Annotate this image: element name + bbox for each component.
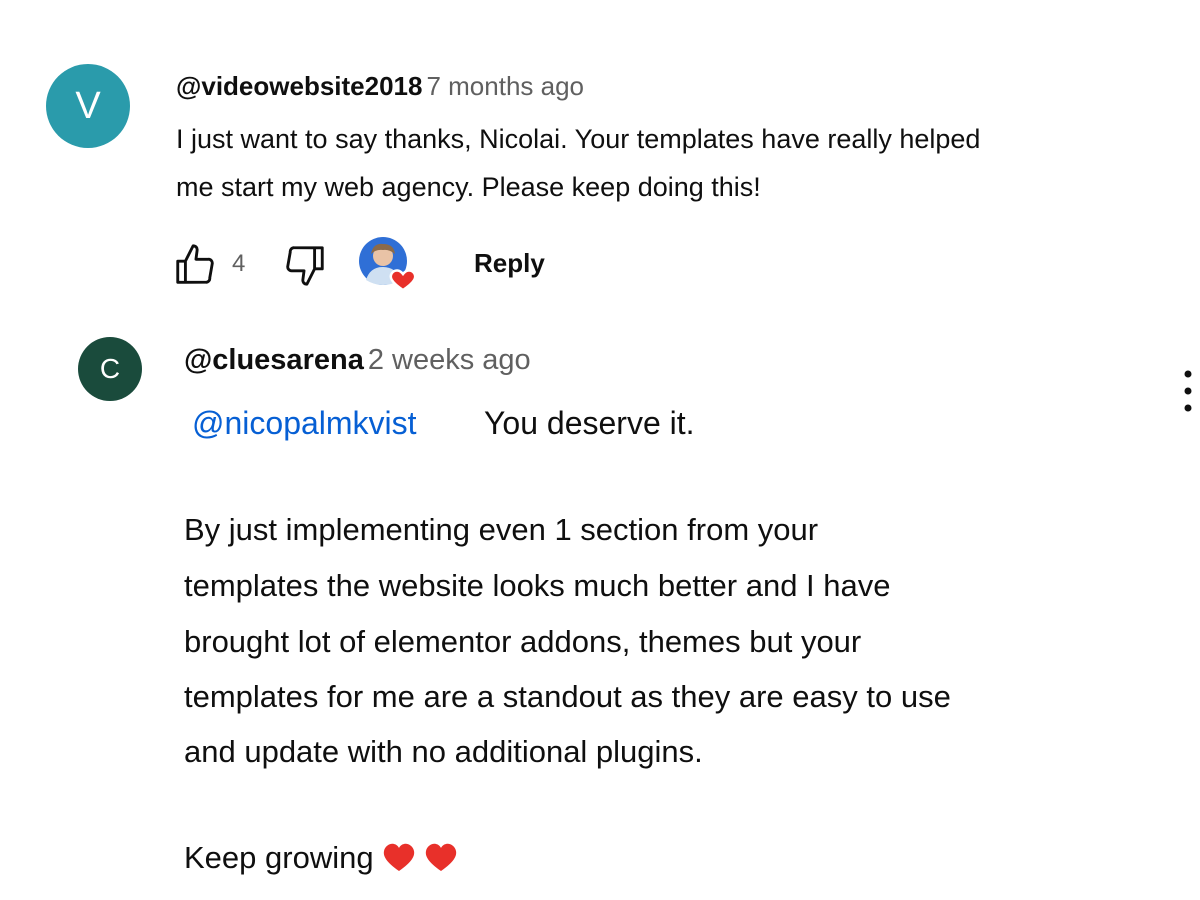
comment-text-line: me start my web agency. Please keep doin… bbox=[176, 172, 761, 202]
creator-heart-icon[interactable] bbox=[358, 236, 414, 292]
heart-emoji-icon bbox=[425, 843, 456, 871]
comment-header: @videowebsite2018 7 months ago bbox=[176, 71, 584, 102]
reply-author[interactable]: @cluesarena bbox=[184, 344, 364, 376]
reply-text-line: templates for me are a standout as they … bbox=[184, 679, 951, 714]
reply-closing-line: Keep growing bbox=[184, 840, 458, 876]
comment-text-line: I just want to say thanks, Nicolai. Your… bbox=[176, 124, 981, 154]
avatar[interactable]: C bbox=[78, 337, 142, 401]
comment-actions: 4 Reply bbox=[172, 236, 592, 292]
reply-text-line: You deserve it. bbox=[484, 405, 695, 441]
heart-emoji-icon bbox=[383, 843, 414, 871]
thumbs-up-icon[interactable] bbox=[172, 242, 218, 288]
reply-closing-text: Keep growing bbox=[184, 840, 374, 875]
comment-time[interactable]: 7 months ago bbox=[426, 71, 584, 101]
reply-button[interactable]: Reply bbox=[474, 248, 545, 279]
reply-text-line: By just implementing even 1 section from… bbox=[184, 512, 819, 547]
thumbs-down-icon[interactable] bbox=[282, 242, 328, 288]
mention-link[interactable]: @nicopalmkvist bbox=[192, 405, 417, 442]
like-count: 4 bbox=[232, 250, 246, 277]
more-vert-icon[interactable] bbox=[1178, 366, 1198, 416]
avatar[interactable]: V bbox=[46, 64, 130, 148]
reply-text-line: and update with no additional plugins. bbox=[184, 734, 703, 769]
reply-time[interactable]: 2 weeks ago bbox=[368, 344, 531, 376]
reply-text-line: brought lot of elementor addons, themes … bbox=[184, 624, 862, 659]
reply-header: @cluesarena 2 weeks ago bbox=[184, 344, 531, 377]
reply-text-line: templates the website looks much better … bbox=[184, 568, 891, 603]
comment-author[interactable]: @videowebsite2018 bbox=[176, 71, 422, 101]
